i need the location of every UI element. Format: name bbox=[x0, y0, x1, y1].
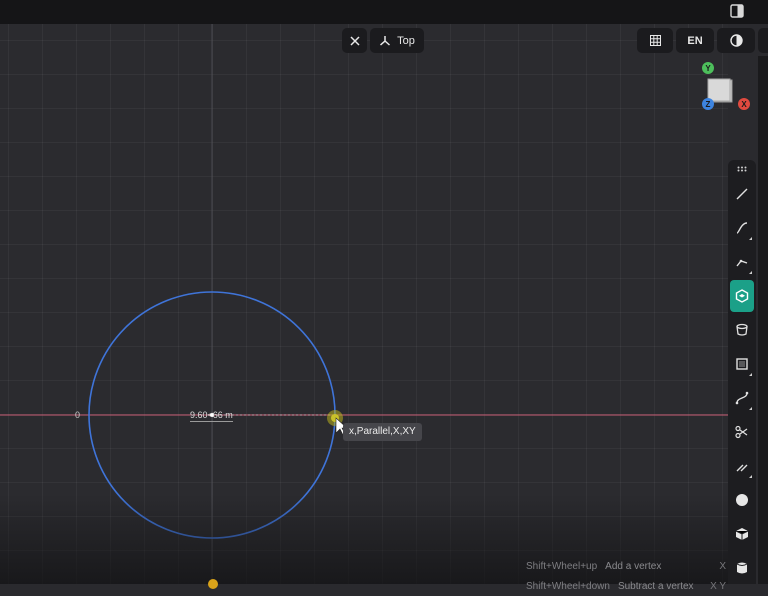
gizmo-y-icon[interactable]: Y bbox=[702, 62, 714, 74]
hint-kbd: X Y bbox=[710, 580, 726, 592]
tool-rectangle[interactable] bbox=[730, 350, 754, 378]
radius-dimension-label: 9.60<66 m bbox=[190, 410, 233, 422]
tool-curve[interactable] bbox=[730, 214, 754, 242]
tool-offset[interactable] bbox=[730, 452, 754, 480]
tool-line[interactable] bbox=[730, 180, 754, 208]
hint-action: Subtract a vertex bbox=[617, 580, 694, 592]
offset-icon bbox=[736, 464, 748, 472]
shortcut-hints: Shift+Wheel+up Add a vertex X Shift+Whee… bbox=[526, 556, 726, 596]
grip-icon bbox=[737, 166, 747, 172]
language-button[interactable]: EN bbox=[676, 28, 714, 53]
theme-toggle-button[interactable] bbox=[717, 28, 755, 53]
line-icon bbox=[736, 188, 748, 200]
hint-kbd: X bbox=[719, 560, 726, 572]
close-view-button[interactable] bbox=[342, 28, 367, 53]
close-icon bbox=[349, 35, 360, 46]
hint-row: Shift+Wheel+down Subtract a vertex X Y bbox=[526, 576, 726, 596]
panel-toggle-icon[interactable] bbox=[730, 4, 744, 18]
hint-keys: Shift+Wheel+down bbox=[526, 580, 610, 592]
extrude-icon bbox=[736, 323, 748, 336]
origin-label: 0 bbox=[75, 410, 81, 420]
gizmo-x-icon[interactable]: X bbox=[738, 98, 750, 110]
grid-toggle-button[interactable] bbox=[637, 28, 673, 53]
polyline-icon bbox=[735, 255, 749, 269]
toolbar-grip[interactable] bbox=[730, 162, 754, 176]
svg-text:Z: Z bbox=[706, 100, 711, 109]
tool-bezier[interactable] bbox=[730, 384, 754, 412]
hint-row: Shift+Wheel+up Add a vertex X bbox=[526, 556, 726, 576]
sphere-icon bbox=[736, 494, 748, 506]
grid-icon bbox=[649, 35, 661, 46]
cube-icon bbox=[735, 528, 749, 540]
view-label: Top bbox=[397, 34, 415, 47]
trim-icon bbox=[735, 425, 748, 439]
svg-text:Y: Y bbox=[705, 64, 711, 73]
bezier-icon bbox=[735, 391, 749, 405]
view-gizmo[interactable]: Y X Z bbox=[698, 60, 754, 112]
window-titlebar bbox=[0, 0, 768, 24]
gizmo-z-icon[interactable]: Z bbox=[702, 98, 714, 110]
curve-icon bbox=[736, 222, 748, 234]
view-selector-button[interactable]: Top bbox=[370, 28, 424, 53]
snap-tooltip: x,Parallel,X,XY bbox=[343, 423, 422, 441]
tool-polyline[interactable] bbox=[730, 248, 754, 276]
polygon-icon bbox=[735, 289, 749, 303]
axes-icon bbox=[380, 35, 391, 46]
tool-polygon[interactable] bbox=[730, 280, 754, 312]
tool-trim[interactable] bbox=[730, 418, 754, 446]
svg-text:X: X bbox=[741, 100, 747, 109]
properties-panel-edge bbox=[758, 56, 768, 584]
tool-sphere[interactable] bbox=[730, 486, 754, 514]
status-indicator bbox=[208, 579, 218, 589]
tool-cube[interactable] bbox=[730, 520, 754, 548]
hint-keys: Shift+Wheel+up bbox=[526, 560, 598, 572]
tool-cylinder[interactable] bbox=[730, 554, 754, 582]
tool-extrude[interactable] bbox=[730, 316, 754, 344]
hint-action: Add a vertex bbox=[605, 560, 662, 572]
rectangle-icon bbox=[736, 358, 748, 370]
drawing-canvas[interactable] bbox=[0, 24, 728, 584]
drawing-toolbar bbox=[728, 160, 756, 584]
panel-edge-button[interactable] bbox=[758, 28, 768, 53]
theme-icon bbox=[729, 34, 743, 47]
cylinder-icon bbox=[736, 562, 748, 574]
